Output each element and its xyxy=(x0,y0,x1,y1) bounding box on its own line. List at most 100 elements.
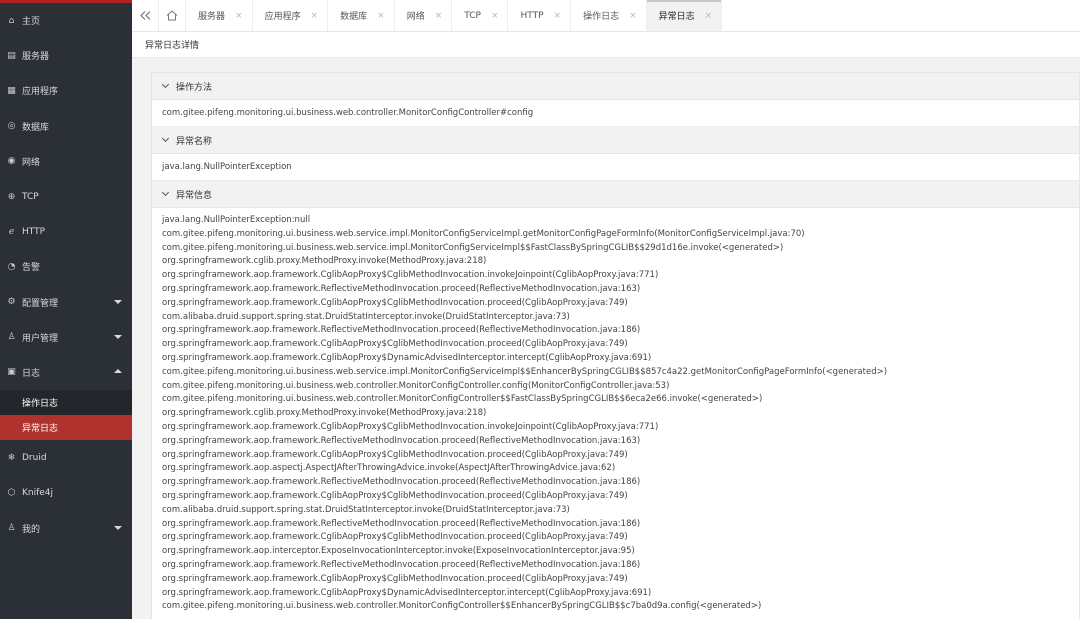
stack-trace-line: com.alibaba.druid.support.spring.stat.Dr… xyxy=(162,311,570,322)
tab-label: 操作日志 xyxy=(583,12,620,22)
stack-trace-line: org.springframework.aop.framework.Reflec… xyxy=(162,435,641,446)
sidebar-item-label: Druid xyxy=(22,452,47,463)
chevron-down-icon xyxy=(161,188,170,197)
chevron-up-icon xyxy=(114,369,122,374)
sidebar-item-label: 网络 xyxy=(22,157,41,168)
stack-trace-line: org.springframework.aop.framework.CglibA… xyxy=(162,421,659,432)
alarm-icon: ◔ xyxy=(7,261,16,272)
knife4j-icon: ⬡ xyxy=(7,487,16,498)
stack-trace-line: com.alibaba.druid.support.spring.stat.Dr… xyxy=(162,504,570,515)
section-header-method[interactable]: 操作方法 xyxy=(152,73,1079,100)
section-header-exception-info[interactable]: 异常信息 xyxy=(152,181,1079,208)
section-title: 操作方法 xyxy=(176,82,213,93)
tab-label: 网络 xyxy=(406,12,425,22)
chevron-down-icon xyxy=(114,300,122,305)
tab-server[interactable]: 服务器 × xyxy=(186,0,253,31)
tab-home-button[interactable] xyxy=(159,0,186,31)
sidebar-item-config[interactable]: ⚙ 配置管理 xyxy=(0,285,132,320)
home-icon xyxy=(166,10,178,21)
tab-label: 数据库 xyxy=(340,12,368,22)
sidebar-item-user-manage[interactable]: ♙ 用户管理 xyxy=(0,320,132,355)
stack-trace-line: java.lang.NullPointerException:null xyxy=(162,215,311,225)
sidebar-item-label: 我的 xyxy=(22,524,41,535)
close-icon[interactable]: × xyxy=(235,11,243,21)
exception-name-value: java.lang.NullPointerException xyxy=(152,154,1079,181)
sidebar-item-log[interactable]: ▣ 日志 xyxy=(0,355,132,390)
stack-trace-line: org.springframework.aop.framework.Reflec… xyxy=(162,325,641,336)
close-icon[interactable]: × xyxy=(491,11,499,21)
close-icon[interactable]: × xyxy=(629,11,637,21)
tab-label: 异常日志 xyxy=(658,12,695,22)
log-icon: ▣ xyxy=(7,367,16,378)
tab-operation-log[interactable]: 操作日志 × xyxy=(571,0,647,31)
sidebar-item-home[interactable]: ⌂ 主页 xyxy=(0,3,132,38)
tab-application[interactable]: 应用程序 × xyxy=(253,0,329,31)
stack-trace-line: org.springframework.aop.framework.CglibA… xyxy=(162,573,628,584)
sidebar-item-druid[interactable]: ❄ Druid xyxy=(0,440,132,475)
close-icon[interactable]: × xyxy=(435,11,443,21)
sidebar-item-database[interactable]: ◎ 数据库 xyxy=(0,109,132,144)
stack-trace-line: com.gitee.pifeng.monitoring.ui.business.… xyxy=(162,380,670,391)
stack-trace-line: org.springframework.cglib.proxy.MethodPr… xyxy=(162,256,487,267)
tab-exception-log[interactable]: 异常日志 × xyxy=(646,0,723,31)
sidebar-item-network[interactable]: ◉ 网络 xyxy=(0,144,132,179)
tab-tcp[interactable]: TCP × xyxy=(452,0,509,31)
sidebar-subitem-exception-log[interactable]: 异常日志 xyxy=(0,415,132,441)
http-icon: ℯ xyxy=(8,226,15,237)
sidebar-item-my[interactable]: ♙ 我的 xyxy=(0,510,132,545)
stack-trace-line: com.gitee.pifeng.monitoring.ui.business.… xyxy=(162,366,888,377)
sidebar-item-http[interactable]: ℯ HTTP xyxy=(0,214,132,249)
tab-scroll-left-button[interactable] xyxy=(132,0,159,31)
close-icon[interactable]: × xyxy=(377,11,385,21)
exception-detail-card: 操作方法 com.gitee.pifeng.monitoring.ui.busi… xyxy=(151,72,1080,619)
tab-http[interactable]: HTTP × xyxy=(508,0,572,31)
stack-trace-line: org.springframework.aop.framework.CglibA… xyxy=(162,449,628,460)
tab-label: 应用程序 xyxy=(264,12,301,22)
stack-trace-line: com.gitee.pifeng.monitoring.ui.business.… xyxy=(162,601,762,612)
tab-network[interactable]: 网络 × xyxy=(395,0,453,31)
page-title: 异常日志详情 xyxy=(132,32,1080,58)
sidebar-item-server[interactable]: ▤ 服务器 xyxy=(0,38,132,73)
chevron-down-icon xyxy=(114,526,122,531)
close-icon[interactable]: × xyxy=(705,11,713,21)
sidebar-item-label: 告警 xyxy=(22,263,41,274)
my-icon: ♙ xyxy=(7,523,16,534)
sidebar-subitem-operation-log[interactable]: 操作日志 xyxy=(0,390,132,415)
sidebar: ⌂ 主页 ▤ 服务器 ▦ 应用程序 ◎ 数据库 ◉ 网络 ⊕ TCP ℯ HTT… xyxy=(0,0,132,619)
sidebar-item-label: 日志 xyxy=(22,368,41,379)
sidebar-item-label: 数据库 xyxy=(22,122,50,133)
sidebar-item-application[interactable]: ▦ 应用程序 xyxy=(0,73,132,108)
stack-trace-line: org.springframework.cglib.proxy.MethodPr… xyxy=(162,408,487,419)
double-chevron-left-icon xyxy=(139,11,150,20)
stack-trace-line: org.springframework.aop.framework.Reflec… xyxy=(162,477,641,488)
stack-trace-line: com.gitee.pifeng.monitoring.ui.business.… xyxy=(162,394,763,405)
sidebar-submenu-log: 操作日志 异常日志 xyxy=(0,390,132,441)
stack-trace-line: org.springframework.aop.framework.Reflec… xyxy=(162,559,641,570)
stack-trace-line: org.springframework.aop.framework.Reflec… xyxy=(162,283,641,294)
sidebar-item-alarm[interactable]: ◔ 告警 xyxy=(0,249,132,284)
user-manage-icon: ♙ xyxy=(7,332,16,343)
tab-database[interactable]: 数据库 × xyxy=(328,0,395,31)
sidebar-item-label: 用户管理 xyxy=(22,333,59,344)
section-title: 异常名称 xyxy=(176,136,213,147)
section-header-exception-name[interactable]: 异常名称 xyxy=(152,127,1079,154)
close-icon[interactable]: × xyxy=(311,11,319,21)
tab-label: HTTP xyxy=(520,10,544,21)
stack-trace-line: org.springframework.aop.framework.CglibA… xyxy=(162,587,652,598)
stack-trace-line: org.springframework.aop.framework.CglibA… xyxy=(162,297,628,308)
stack-trace-line: org.springframework.aop.framework.CglibA… xyxy=(162,352,652,363)
stack-trace-line: org.springframework.aop.framework.CglibA… xyxy=(162,490,628,501)
stack-trace-line: org.springframework.aop.aspectj.AspectJA… xyxy=(162,463,616,474)
stack-trace-line: org.springframework.aop.framework.CglibA… xyxy=(162,532,628,543)
stack-trace-line: org.springframework.aop.framework.CglibA… xyxy=(162,339,628,350)
sidebar-item-label: 应用程序 xyxy=(22,87,59,98)
database-icon: ◎ xyxy=(7,121,16,132)
tab-bar: 服务器 × 应用程序 × 数据库 × 网络 × TCP × HTTP × 操作日… xyxy=(132,0,1080,32)
config-icon: ⚙ xyxy=(7,297,16,308)
stack-trace-line: org.springframework.aop.interceptor.Expo… xyxy=(162,546,635,557)
close-icon[interactable]: × xyxy=(554,11,562,21)
tab-label: TCP xyxy=(464,10,481,21)
sidebar-item-knife4j[interactable]: ⬡ Knife4j xyxy=(0,475,132,510)
sidebar-item-label: HTTP xyxy=(22,226,46,237)
sidebar-item-tcp[interactable]: ⊕ TCP xyxy=(0,179,132,214)
